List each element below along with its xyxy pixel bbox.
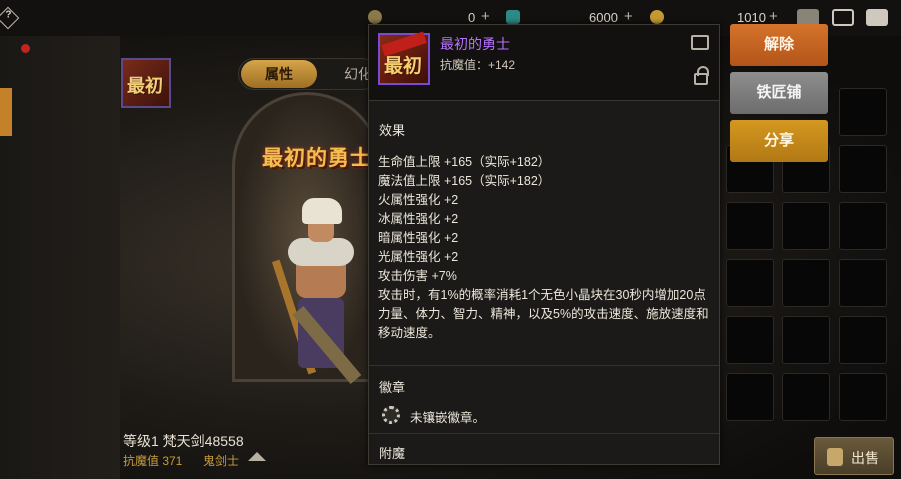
emblem-title: 徽章 xyxy=(379,380,406,395)
currency-2-add-button[interactable]: + xyxy=(624,8,633,25)
inventory-slot[interactable] xyxy=(782,373,830,421)
coin-icon xyxy=(650,10,664,24)
side-tab-marker[interactable] xyxy=(0,88,12,136)
currency-2-value: 6000 xyxy=(589,10,618,25)
emblem-socket-icon xyxy=(382,406,400,424)
currency-3-value: 1010 xyxy=(737,10,766,25)
notification-dot xyxy=(21,44,30,53)
effect-line: 力量、体力、智力、精神，以及5%的攻击速度、施放速度和 xyxy=(378,307,709,321)
divider xyxy=(369,365,719,366)
currency-3-add-button[interactable]: + xyxy=(769,8,778,25)
emblem-status: 未镶嵌徽章。 xyxy=(410,411,486,425)
effect-line: 移动速度。 xyxy=(378,326,441,340)
coin-stack-icon xyxy=(827,448,843,466)
item-tooltip: 最初 最初的勇士 抗魔值：+142 效果 生命值上限 +165（实际+182） … xyxy=(368,24,720,465)
inventory-slot[interactable] xyxy=(726,316,774,364)
mail-icon[interactable] xyxy=(832,9,854,26)
effect-line: 魔法值上限 +165（实际+182） xyxy=(378,174,551,188)
effect-line: 生命值上限 +165（实际+182） xyxy=(378,155,551,169)
inventory-slot[interactable] xyxy=(839,316,887,364)
lock-icon[interactable] xyxy=(694,66,709,85)
player-anti-demon: 抗魔值 371 xyxy=(123,454,183,468)
left-panel xyxy=(0,36,120,479)
share-button[interactable]: 分享 xyxy=(730,120,828,162)
character-title-icon-label: 最初 xyxy=(127,76,163,96)
effect-line: 攻击时，有1%的概率消耗1个无色小晶块在30秒内增加20点 xyxy=(378,288,706,302)
inventory-slot[interactable] xyxy=(726,373,774,421)
divider xyxy=(369,433,719,434)
item-icon: 最初 xyxy=(378,31,430,85)
item-anti-demon: 抗魔值：+142 xyxy=(440,58,516,72)
effect-line: 光属性强化 +2 xyxy=(378,250,459,264)
enchant-title: 附魔 xyxy=(379,446,406,461)
character-title-icon[interactable]: 最初 xyxy=(121,58,171,108)
effect-line: 暗属性强化 +2 xyxy=(378,231,459,245)
inventory-slot[interactable] xyxy=(839,259,887,307)
inventory-slot[interactable] xyxy=(839,145,887,193)
currency-1-add-button[interactable]: + xyxy=(481,8,490,25)
crystal-icon xyxy=(506,10,520,24)
effect-line: 火属性强化 +2 xyxy=(378,193,459,207)
sell-button[interactable]: 出售 xyxy=(814,437,894,475)
player-level-name: 等级1 梵天剑48558 xyxy=(123,433,244,449)
sell-button-label: 出售 xyxy=(851,450,879,466)
player-class: 鬼剑士 xyxy=(203,454,240,468)
share-icon[interactable] xyxy=(691,35,709,50)
title-banner: 最初的勇士 xyxy=(262,147,372,170)
effects-title: 效果 xyxy=(379,123,406,138)
inventory-slot[interactable] xyxy=(782,316,830,364)
effect-line: 冰属性强化 +2 xyxy=(378,212,459,226)
item-name: 最初的勇士 xyxy=(440,36,510,52)
inventory-slot[interactable] xyxy=(839,373,887,421)
tab-attributes[interactable]: 属性 xyxy=(241,60,317,88)
caret-up-icon[interactable] xyxy=(248,452,266,461)
currency-1-value: 0 xyxy=(468,10,476,25)
inventory-slot[interactable] xyxy=(782,202,830,250)
inventory-slot[interactable] xyxy=(839,88,887,136)
gold-coin-icon xyxy=(368,10,382,24)
blacksmith-button[interactable]: 铁匠铺 xyxy=(730,72,828,114)
tooltip-header: 最初 最初的勇士 抗魔值：+142 xyxy=(369,25,719,101)
item-icon-label: 最初 xyxy=(384,56,423,77)
release-button[interactable]: 解除 xyxy=(730,24,828,66)
inventory-slot[interactable] xyxy=(726,259,774,307)
inventory-slot[interactable] xyxy=(839,202,887,250)
effect-line: 攻击伤害 +7% xyxy=(378,269,457,283)
inventory-slot[interactable] xyxy=(726,202,774,250)
chat-icon[interactable] xyxy=(866,9,888,26)
inventory-slot[interactable] xyxy=(782,259,830,307)
